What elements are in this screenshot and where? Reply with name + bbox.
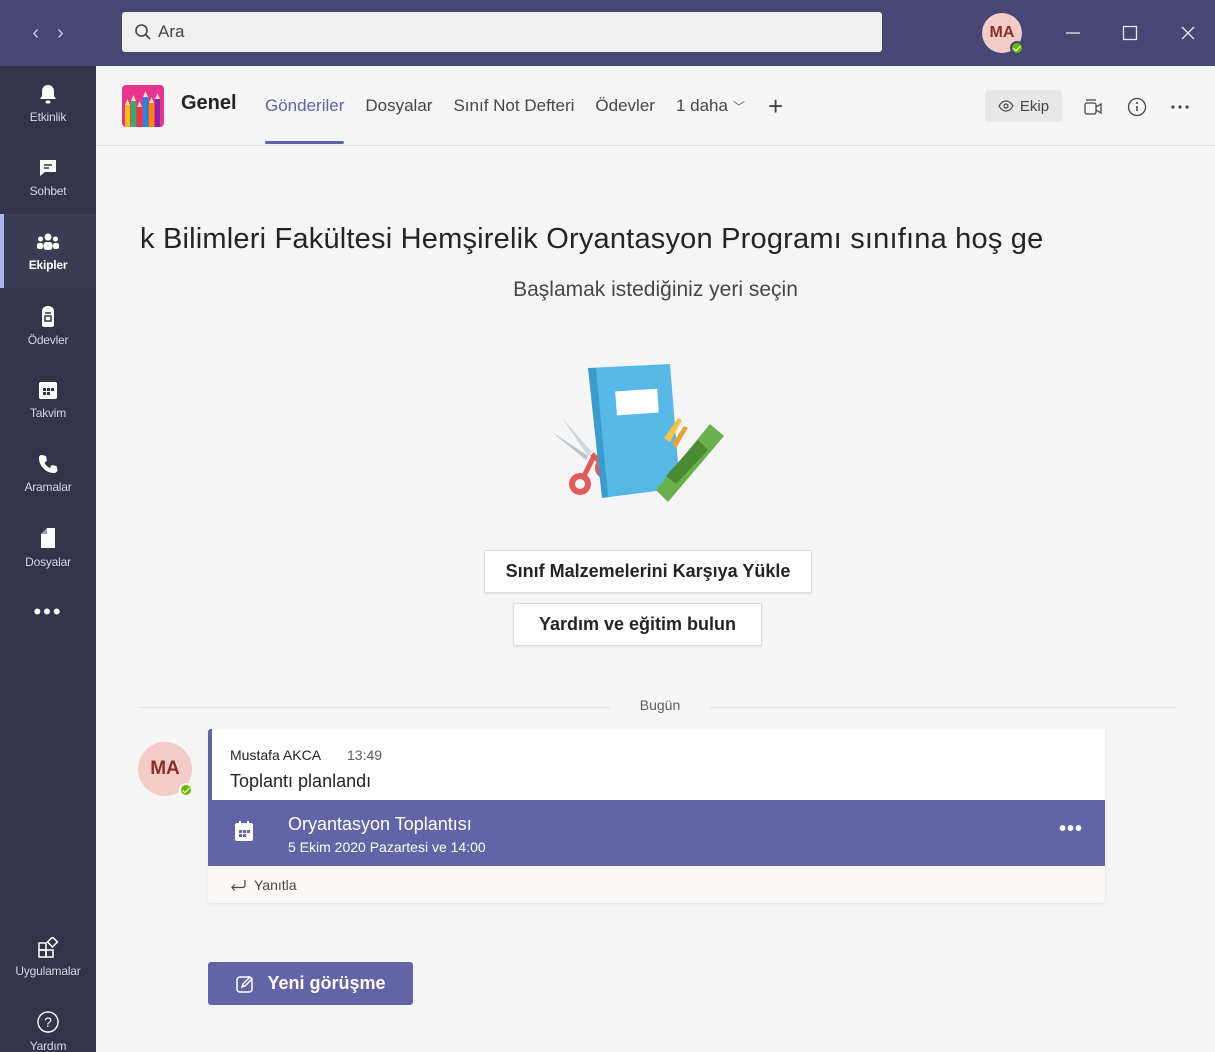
- message-time: 13:49: [347, 747, 383, 763]
- rail-item-help[interactable]: ? Yardım: [0, 994, 96, 1052]
- tab-label: 1 daha: [675, 96, 728, 115]
- phone-icon: [39, 454, 58, 473]
- tab-label: Dosyalar: [365, 96, 433, 115]
- tab-label: Ödevler: [595, 96, 655, 115]
- rail-item-calls[interactable]: Aramalar: [0, 436, 96, 510]
- welcome-subtitle: Başlamak istediğiniz yeri seçin: [513, 278, 798, 301]
- channel-tabs: Gönderiler Dosyalar Sınıf Not Defteri Öd…: [265, 66, 783, 146]
- team-button-label: Ekip: [1019, 97, 1050, 115]
- forward-arrow-icon[interactable]: ›: [57, 23, 64, 43]
- apps-icon: [38, 936, 59, 958]
- rail-item-chat[interactable]: Sohbet: [0, 140, 96, 214]
- upload-class-materials-button[interactable]: Sınıf Malzemelerini Karşıya Yükle: [484, 550, 812, 593]
- search-input[interactable]: [158, 22, 858, 42]
- more-options-button[interactable]: [1167, 94, 1193, 120]
- teams-icon: [37, 233, 59, 250]
- rail-label: Ekipler: [28, 257, 68, 272]
- class-supplies-illustration: [552, 364, 724, 502]
- rail-item-assignments[interactable]: Ödevler: [0, 288, 96, 362]
- message-author-avatar[interactable]: MA: [138, 742, 193, 797]
- chevron-down-icon: ﹀: [732, 99, 745, 114]
- meet-now-button[interactable]: [1080, 94, 1106, 120]
- author-initials: MA: [150, 758, 180, 779]
- meeting-more-icon[interactable]: •••: [1059, 818, 1083, 841]
- rail-more-button[interactable]: •••: [0, 601, 96, 623]
- rail-label: Dosyalar: [25, 554, 71, 569]
- video-camera-icon: [1084, 99, 1102, 115]
- maximize-button[interactable]: [1115, 18, 1145, 48]
- search-icon: [135, 24, 151, 40]
- rail-item-files[interactable]: Dosyalar: [0, 510, 96, 584]
- user-initials: MA: [989, 24, 1015, 41]
- message-text: Toplantı planlandı: [230, 771, 372, 791]
- calendar-icon: [39, 381, 57, 399]
- rail-item-apps[interactable]: Uygulamalar: [0, 920, 96, 994]
- channel-name: Genel: [181, 92, 237, 114]
- meeting-title: Oryantasyon Toplantısı: [288, 814, 472, 834]
- minimize-button[interactable]: [1058, 18, 1088, 48]
- close-window-button[interactable]: [1173, 18, 1203, 48]
- user-avatar[interactable]: MA: [982, 13, 1024, 55]
- plus-icon: +: [767, 90, 784, 121]
- meeting-date: 5 Ekim 2020 Pazartesi ve 14:00: [288, 839, 486, 855]
- reply-button[interactable]: Yanıtla: [208, 866, 1105, 903]
- tab-class-notebook[interactable]: Sınıf Not Defteri: [453, 66, 574, 146]
- back-arrow-icon[interactable]: ‹: [32, 23, 39, 43]
- compose-icon: [236, 975, 254, 993]
- reply-label: Yanıtla: [254, 876, 297, 893]
- help-icon: ?: [37, 1010, 59, 1033]
- search-box[interactable]: [122, 12, 882, 52]
- calendar-icon: [235, 821, 253, 841]
- find-help-training-button[interactable]: Yardım ve eğitim bulun: [513, 603, 762, 646]
- tab-label: Sınıf Not Defteri: [453, 96, 575, 115]
- presence-available-icon: [179, 783, 193, 797]
- files-icon: [41, 527, 55, 548]
- new-conversation-label: Yeni görüşme: [267, 973, 386, 993]
- add-tab-button[interactable]: +: [768, 66, 783, 146]
- rail-item-teams[interactable]: Ekipler: [0, 214, 96, 288]
- maximize-icon: [1122, 25, 1138, 41]
- info-icon: [1127, 97, 1147, 117]
- date-divider-label: Bugün: [610, 697, 710, 713]
- tab-more[interactable]: 1 daha ﹀: [676, 66, 745, 146]
- bell-icon: [40, 84, 56, 103]
- new-conversation-button[interactable]: Yeni görüşme: [208, 962, 413, 1005]
- rail-label: Uygulamalar: [15, 963, 81, 978]
- message-author[interactable]: Mustafa AKCA: [230, 747, 321, 763]
- presence-available-icon: [1010, 41, 1024, 55]
- history-nav: ‹ ›: [0, 23, 96, 43]
- tab-label: Gönderiler: [265, 96, 345, 115]
- rail-label: Takvim: [29, 405, 67, 420]
- channel-header: Genel Gönderiler Dosyalar Sınıf Not Deft…: [96, 66, 1215, 146]
- pencils-logo-icon: [122, 85, 164, 127]
- tab-files[interactable]: Dosyalar: [365, 66, 432, 146]
- message-card: Mustafa AKCA 13:49 Toplantı planlandı Or…: [208, 729, 1105, 903]
- rail-label: Sohbet: [29, 183, 67, 198]
- reply-arrow-icon: [231, 879, 246, 891]
- tab-posts[interactable]: Gönderiler: [265, 66, 345, 146]
- welcome-title: k Bilimleri Fakültesi Hemşirelik Oryanta…: [140, 223, 1044, 255]
- svg-text:?: ?: [44, 1014, 52, 1030]
- eye-icon: [998, 100, 1014, 112]
- rail-item-calendar[interactable]: Takvim: [0, 362, 96, 436]
- meeting-card[interactable]: Oryantasyon Toplantısı 5 Ekim 2020 Pazar…: [208, 800, 1105, 866]
- title-bar: ‹ › MA: [0, 0, 1215, 66]
- assignments-icon: [42, 305, 54, 327]
- rail-label: Aramalar: [24, 479, 72, 494]
- minimize-icon: [1066, 32, 1080, 34]
- channel-info-button[interactable]: [1124, 94, 1150, 120]
- rail-label: Yardım: [29, 1038, 67, 1052]
- team-view-button[interactable]: Ekip: [985, 90, 1062, 122]
- rail-label: Etkinlik: [29, 109, 67, 124]
- close-icon: [1181, 26, 1195, 40]
- rail-item-activity[interactable]: Etkinlik: [0, 66, 96, 140]
- chat-icon: [40, 159, 56, 176]
- app-rail: Etkinlik Sohbet Ekipler Ödevler Takvim A…: [0, 66, 96, 1052]
- team-logo[interactable]: [122, 85, 164, 127]
- rail-label: Ödevler: [27, 332, 69, 347]
- tab-assignments[interactable]: Ödevler: [595, 66, 655, 146]
- more-horizontal-icon: [1171, 105, 1189, 109]
